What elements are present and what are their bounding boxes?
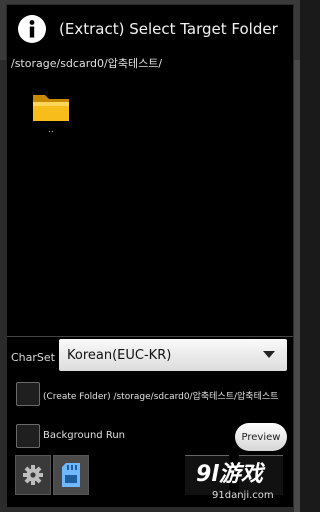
- folder-label: ..: [48, 125, 54, 135]
- background-edge: [294, 60, 300, 512]
- background-run-label: Background Run: [43, 430, 126, 441]
- create-folder-label: (Create Folder) /storage/sdcard0/압축테스트/압…: [43, 392, 279, 402]
- charset-label: CharSet: [11, 351, 55, 364]
- current-path: /storage/sdcard0/압축테스트/: [11, 57, 163, 70]
- dialog-title: (Extract) Select Target Folder: [59, 20, 278, 38]
- sdcard-icon: [62, 463, 80, 487]
- dialog-action-button[interactable]: [185, 455, 229, 495]
- create-folder-checkbox[interactable]: [16, 382, 40, 406]
- dialog-action-button[interactable]: [239, 455, 283, 495]
- settings-button[interactable]: [15, 455, 51, 495]
- charset-selected-value: Korean(EUC-KR): [67, 347, 172, 363]
- gear-icon: [23, 465, 43, 485]
- sdcard-button[interactable]: [53, 455, 89, 495]
- info-icon: [18, 15, 46, 43]
- chevron-down-icon: [263, 351, 275, 358]
- divider: [7, 336, 293, 337]
- dialog-title-bar: (Extract) Select Target Folder: [7, 5, 293, 53]
- select-folder-dialog: (Extract) Select Target Folder /storage/…: [6, 4, 294, 508]
- folder-item-parent[interactable]: ..: [31, 89, 71, 145]
- charset-dropdown[interactable]: Korean(EUC-KR): [59, 339, 287, 371]
- folder-icon: [33, 95, 69, 121]
- preview-button[interactable]: Preview: [235, 423, 287, 451]
- background-run-checkbox[interactable]: [16, 424, 40, 448]
